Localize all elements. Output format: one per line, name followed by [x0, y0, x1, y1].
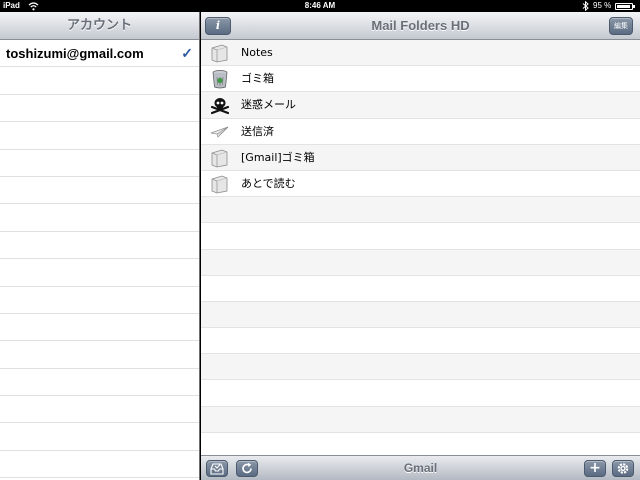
folder-list: Notes ゴミ箱 迷惑メール 送信済 [Gmail]ゴミ箱 あとで読む [201, 40, 640, 459]
folder-row-gmail-trash[interactable]: [Gmail]ゴミ箱 [201, 144, 640, 171]
account-label: toshizumi@gmail.com [6, 46, 144, 61]
accounts-pane: アカウント toshizumi@gmail.com ✓ [0, 12, 200, 480]
empty-row [0, 423, 199, 451]
folder-label: [Gmail]ゴミ箱 [241, 150, 315, 164]
checkmark-icon: ✓ [181, 45, 193, 61]
empty-row [201, 406, 640, 433]
bluetooth-icon [582, 1, 589, 11]
accounts-list: toshizumi@gmail.com ✓ [0, 40, 199, 479]
paper-plane-icon [210, 126, 229, 138]
skull-icon [210, 98, 230, 115]
empty-row [201, 249, 640, 276]
folder-label: あとで読む [241, 176, 296, 190]
status-bar: iPad 8:46 AM 95 % [0, 0, 640, 12]
add-button[interactable]: + [584, 460, 606, 477]
folder-row-read-later[interactable]: あとで読む [201, 170, 640, 198]
account-row[interactable]: toshizumi@gmail.com ✓ [0, 40, 199, 68]
empty-row [0, 232, 199, 260]
empty-row [0, 451, 199, 479]
folder-icon [211, 149, 228, 168]
edit-button[interactable]: 編集 [609, 17, 633, 35]
settings-button[interactable] [612, 460, 634, 477]
empty-row [0, 341, 199, 369]
empty-row [0, 204, 199, 232]
empty-row [0, 396, 199, 424]
toolbar-title: Gmail [403, 461, 438, 475]
page-title: Mail Folders HD [371, 18, 470, 33]
empty-row [201, 223, 640, 250]
empty-row [0, 369, 199, 397]
folder-label: 送信済 [241, 124, 274, 138]
battery-percent: 95 % [593, 1, 612, 10]
folder-row-trash[interactable]: ゴミ箱 [201, 66, 640, 93]
empty-row [0, 314, 199, 342]
empty-row [0, 95, 199, 123]
empty-row [0, 287, 199, 314]
empty-row [0, 122, 199, 150]
accounts-header: アカウント [0, 12, 199, 40]
empty-row [201, 275, 640, 302]
folder-row-notes[interactable]: Notes [201, 40, 640, 67]
folder-row-sent[interactable]: 送信済 [201, 118, 640, 145]
empty-row [0, 150, 199, 177]
gear-icon [617, 463, 629, 474]
folder-label: 迷惑メール [241, 98, 296, 112]
empty-row [0, 259, 199, 287]
empty-row [201, 197, 640, 224]
nav-bar: i Mail Folders HD 編集 [201, 12, 640, 40]
folders-pane: i Mail Folders HD 編集 Notes ゴミ箱 迷惑メール 送信済… [201, 12, 640, 480]
empty-row [201, 328, 640, 355]
empty-row [0, 177, 199, 205]
empty-row [201, 380, 640, 407]
folder-label: Notes [241, 46, 273, 59]
empty-row [201, 354, 640, 381]
folder-icon [211, 175, 228, 194]
trash-icon [212, 70, 228, 89]
battery-icon [615, 3, 635, 10]
bottom-toolbar: Gmail + [201, 455, 640, 480]
folder-label: ゴミ箱 [241, 72, 274, 86]
empty-row [201, 301, 640, 329]
folder-row-spam[interactable]: 迷惑メール [201, 92, 640, 119]
status-time: 8:46 AM [304, 1, 336, 10]
folder-icon [211, 44, 228, 63]
empty-row [0, 67, 199, 95]
